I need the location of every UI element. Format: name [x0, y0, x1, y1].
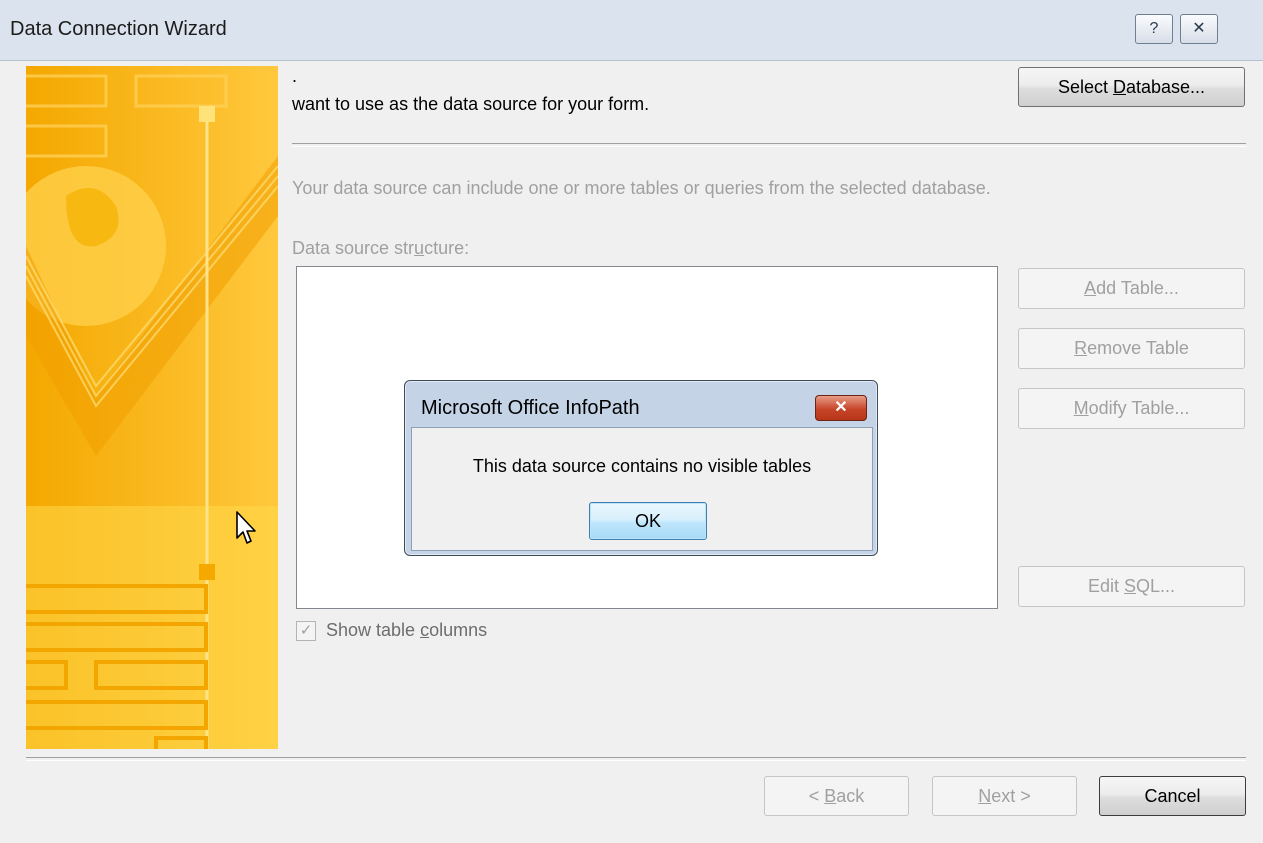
next-button[interactable]: Next >	[932, 776, 1077, 816]
close-icon: ✕	[834, 399, 848, 416]
mouse-cursor-icon	[235, 510, 259, 551]
message-box-body: This data source contains no visible tab…	[411, 427, 873, 551]
wizard-side-art	[26, 66, 278, 749]
back-button[interactable]: < Back	[764, 776, 909, 816]
window-title: Data Connection Wizard	[10, 18, 227, 40]
structure-label: Data source structure:	[292, 238, 470, 258]
remove-table-button[interactable]: Remove Table	[1018, 328, 1245, 369]
window-close-button[interactable]: ✕	[1180, 14, 1218, 44]
show-table-columns-checkbox[interactable]: ✓	[296, 621, 316, 641]
intro-text: want to use as the data source for your …	[292, 94, 650, 114]
modify-table-button[interactable]: Modify Table...	[1018, 388, 1245, 429]
close-icon: ✕	[1192, 20, 1206, 37]
check-icon: ✓	[299, 622, 313, 639]
message-text: This data source contains no visible tab…	[472, 456, 812, 476]
add-table-button[interactable]: Add Table...	[1018, 268, 1245, 309]
show-table-columns-label: Show table columns	[326, 620, 488, 640]
top-text-fragment: .	[292, 66, 298, 86]
description-text: Your data source can include one or more…	[292, 178, 991, 198]
message-box-title: Microsoft Office InfoPath	[421, 397, 640, 419]
window-titlebar: Data Connection Wizard ? ✕	[0, 0, 1263, 61]
help-icon: ?	[1149, 20, 1159, 37]
ok-button[interactable]: OK	[589, 502, 707, 540]
cancel-button[interactable]: Cancel	[1099, 776, 1246, 816]
separator	[292, 143, 1246, 147]
footer-separator	[26, 757, 1246, 761]
help-button[interactable]: ?	[1135, 14, 1173, 44]
select-database-button[interactable]: Select Database...	[1018, 67, 1245, 107]
message-box-close-button[interactable]: ✕	[815, 395, 867, 421]
message-box: Microsoft Office InfoPath ✕ This data so…	[404, 380, 878, 556]
edit-sql-button[interactable]: Edit SQL...	[1018, 566, 1245, 607]
